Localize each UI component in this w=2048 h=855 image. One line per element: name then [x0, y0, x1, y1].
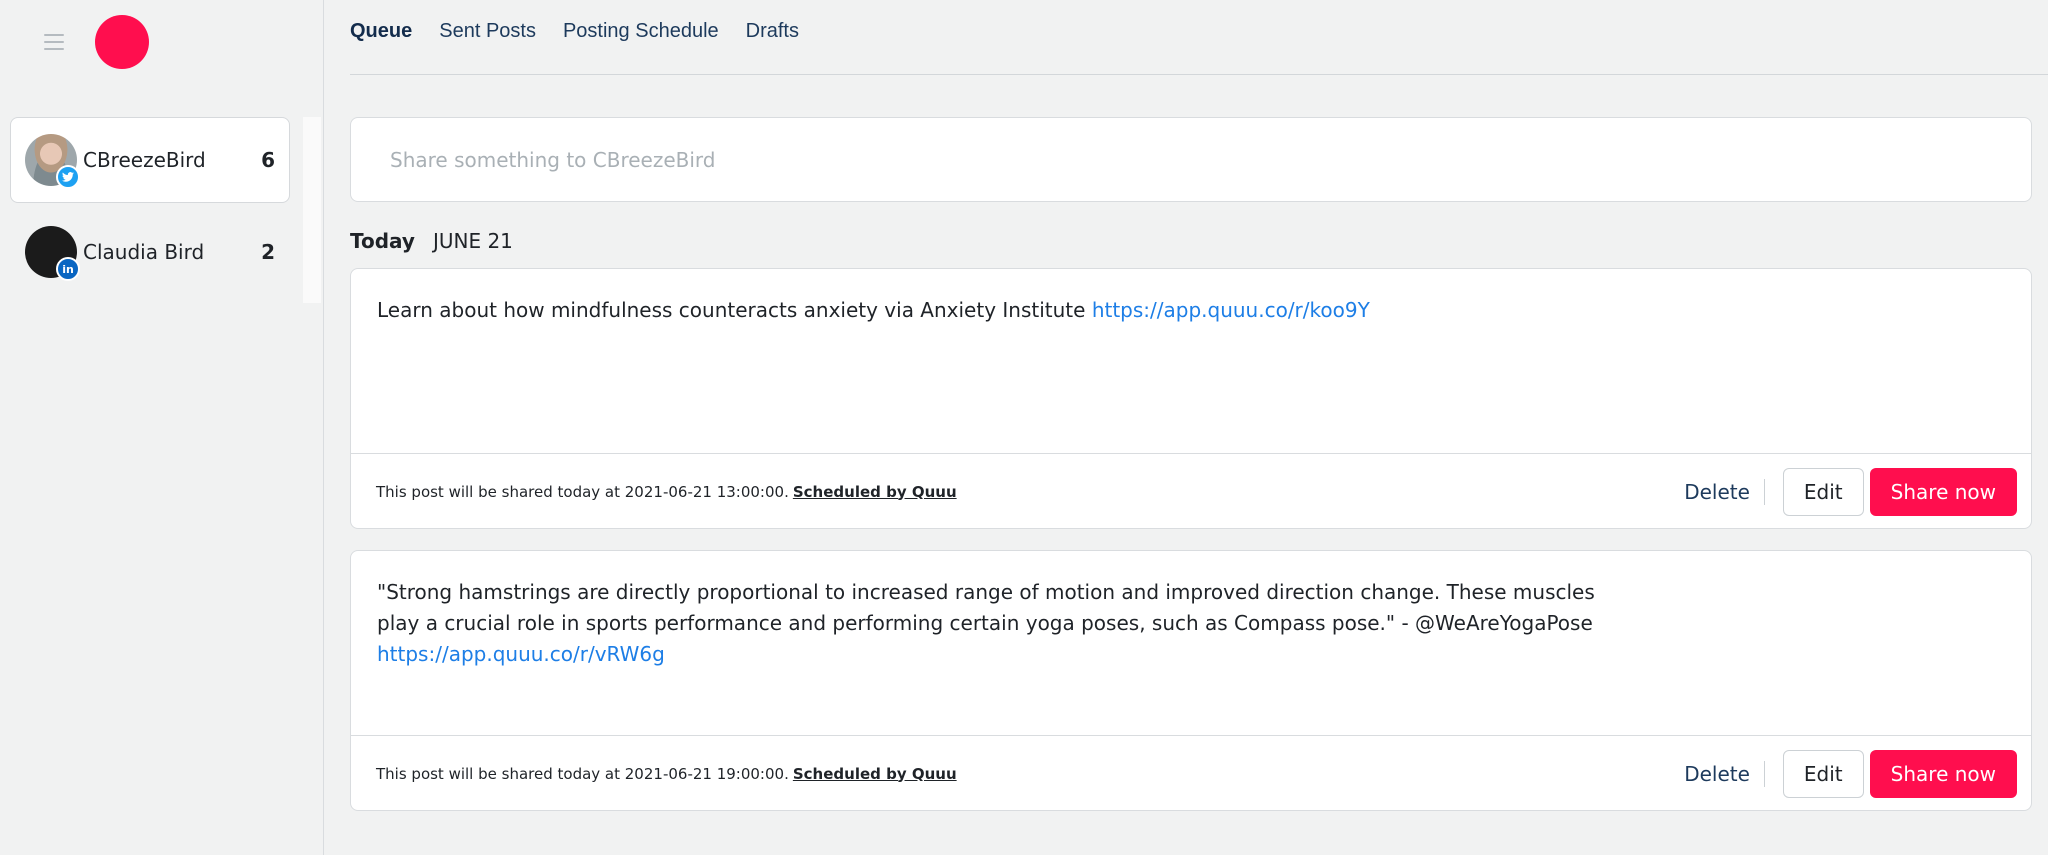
brand-logo[interactable]: [95, 15, 149, 69]
delete-button[interactable]: Delete: [1684, 478, 1765, 505]
tab-divider: [350, 74, 2048, 75]
profile-item-claudia-bird[interactable]: in Claudia Bird 2: [10, 209, 290, 295]
composer-placeholder: Share something to CBreezeBird: [390, 147, 716, 172]
linkedin-glyph: in: [62, 262, 74, 276]
tab-queue[interactable]: Queue: [350, 20, 412, 43]
edit-button[interactable]: Edit: [1782, 749, 1864, 798]
twitter-icon: [56, 165, 80, 189]
post-footer: This post will be shared today at 2021-0…: [351, 736, 2031, 810]
post-text: "Strong hamstrings are directly proporti…: [377, 580, 1595, 635]
queued-post: Learn about how mindfulness counteracts …: [350, 268, 2032, 529]
schedule-note: This post will be shared today at 2021-0…: [376, 765, 1684, 783]
post-text: Learn about how mindfulness counteracts …: [377, 298, 1092, 322]
post-footer: This post will be shared today at 2021-0…: [351, 454, 2031, 528]
schedule-note: This post will be shared today at 2021-0…: [376, 483, 1684, 501]
delete-button[interactable]: Delete: [1684, 760, 1765, 787]
queue-count: 2: [261, 240, 275, 264]
queued-post: "Strong hamstrings are directly proporti…: [350, 550, 2032, 811]
sidebar-scrollbar[interactable]: [303, 117, 321, 303]
main-tabs: Queue Sent Posts Posting Schedule Drafts: [350, 0, 826, 62]
date-today-label: Today: [350, 229, 415, 253]
tab-posting-schedule[interactable]: Posting Schedule: [563, 20, 719, 43]
tab-sent-posts[interactable]: Sent Posts: [439, 20, 536, 43]
schedule-note-text: This post will be shared today at 2021-0…: [376, 482, 789, 501]
tab-drafts[interactable]: Drafts: [746, 20, 799, 43]
post-body[interactable]: Learn about how mindfulness counteracts …: [351, 269, 2031, 454]
share-now-button[interactable]: Share now: [1869, 467, 2017, 516]
avatar: in: [25, 226, 80, 281]
scheduled-by-link[interactable]: Scheduled by Quuu: [793, 765, 957, 783]
avatar: [25, 134, 80, 189]
hamburger-icon[interactable]: [44, 34, 64, 50]
linkedin-icon: in: [56, 257, 80, 281]
profile-name: Claudia Bird: [83, 240, 205, 264]
profile-name: CBreezeBird: [83, 148, 206, 172]
scheduled-by-link[interactable]: Scheduled by Quuu: [793, 483, 957, 501]
queue-count: 6: [261, 148, 275, 172]
share-composer-input[interactable]: Share something to CBreezeBird: [350, 117, 2032, 202]
date-label: JUNE 21: [432, 229, 513, 253]
edit-button[interactable]: Edit: [1782, 467, 1864, 516]
post-body[interactable]: "Strong hamstrings are directly proporti…: [351, 551, 2031, 736]
share-now-button[interactable]: Share now: [1869, 749, 2017, 798]
sidebar: CBreezeBird 6 in Claudia Bird 2: [0, 0, 324, 855]
schedule-note-text: This post will be shared today at 2021-0…: [376, 764, 789, 783]
post-link[interactable]: https://app.quuu.co/r/koo9Y: [1092, 298, 1370, 322]
date-header: Today JUNE 21: [350, 229, 513, 253]
profile-item-cbreezebird[interactable]: CBreezeBird 6: [10, 117, 290, 203]
post-link[interactable]: https://app.quuu.co/r/vRW6g: [377, 642, 665, 666]
